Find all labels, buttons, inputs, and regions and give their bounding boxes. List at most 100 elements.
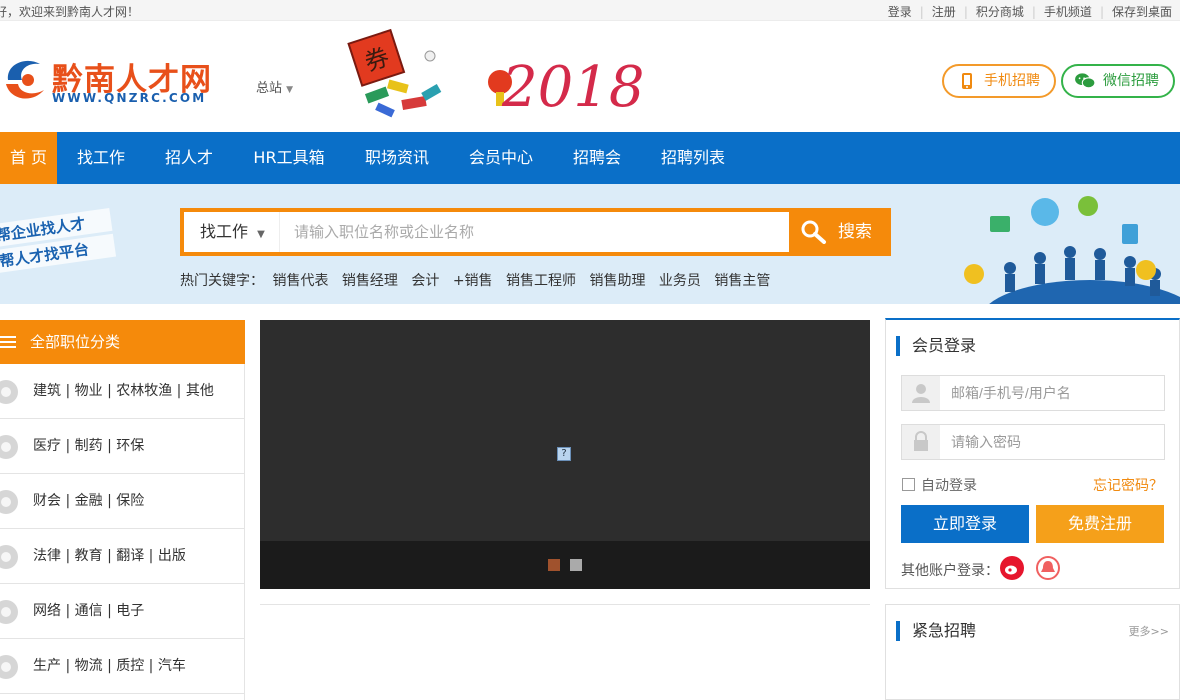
member-login-panel: 会员登录 自动登录 忘记密码？ 立即登录 免费注册 其他账户登录： (885, 318, 1180, 589)
hot-keyword[interactable]: +销售 (453, 273, 493, 289)
finance-icon (0, 490, 18, 514)
nav-find-talent[interactable]: 招人才 (145, 132, 233, 184)
slider-controls (260, 541, 870, 589)
category-item-law-education[interactable]: 法律 | 教育 | 翻译 | 出版 (0, 529, 245, 584)
user-icon (902, 376, 940, 410)
search-box: 找工作 ▼ (180, 208, 791, 256)
nav-find-job[interactable]: 找工作 (57, 132, 145, 184)
other-login-label: 其他账户登录： (901, 563, 999, 579)
site-logo[interactable]: 黔南人才网 WWW.QNZRC.COM (0, 50, 250, 106)
urgent-title: 紧急招聘 (896, 621, 976, 641)
wechat-recruit-button[interactable]: 微信招聘 (1061, 64, 1175, 98)
nav-job-fair[interactable]: 招聘会 (553, 132, 641, 184)
top-bar: 好，欢迎来到黔南人才网！ 登录 | 注册 | 积分商城 | 手机频道 | 保存到桌面 (0, 0, 1180, 21)
mobile-recruit-button[interactable]: 手机招聘 (942, 64, 1056, 98)
search-type-label: 找工作 (200, 222, 249, 241)
nav-hr-toolbox[interactable]: HR工具箱 (233, 132, 345, 184)
search-button-label: 搜索 (838, 222, 872, 242)
auto-login-label: 自动登录 (921, 478, 977, 494)
password-field (901, 424, 1165, 460)
login-title: 会员登录 (896, 336, 976, 356)
top-link-mobile-channel[interactable]: 手机频道 (1036, 5, 1100, 19)
category-item-finance[interactable]: 财会 | 金融 | 保险 (0, 474, 245, 529)
category-item-production[interactable]: 生产 | 物流 | 质控 | 汽车 (0, 639, 245, 694)
broken-image-icon: ? (557, 447, 571, 461)
top-link-register[interactable]: 注册 (924, 5, 964, 19)
category-item-label: 法律 | 教育 | 翻译 | 出版 (33, 548, 186, 564)
banner-year-text: 2018 (501, 55, 645, 120)
password-input[interactable] (940, 425, 1164, 459)
category-item-medical[interactable]: 医疗 | 制药 | 环保 (0, 419, 245, 474)
register-button[interactable]: 免费注册 (1036, 505, 1164, 543)
welcome-text: 好，欢迎来到黔南人才网！ (0, 5, 140, 19)
network-people-illustration (964, 196, 1180, 304)
medical-icon (0, 435, 18, 459)
category-item-network[interactable]: 网络 | 通信 | 电子 (0, 584, 245, 639)
header: 黔南人才网 WWW.QNZRC.COM 总站 ▼ 券 2018 手机招聘 微信招… (0, 22, 1180, 132)
hot-keyword[interactable]: 销售代表 (272, 273, 328, 289)
search-type-dropdown[interactable]: 找工作 ▼ (184, 212, 280, 252)
search-band: 帮企业找人才 帮人才找平台 找工作 ▼ 搜索 热门关键字： 销售代表 销售经理 … (0, 184, 1180, 304)
hot-keyword[interactable]: 销售主管 (714, 273, 770, 289)
main-nav: 首 页 找工作 招人才 HR工具箱 职场资讯 会员中心 招聘会 招聘列表 (0, 132, 1180, 184)
search-icon (801, 220, 826, 244)
network-icon (0, 600, 18, 624)
menu-icon (0, 336, 16, 348)
login-button[interactable]: 立即登录 (901, 505, 1029, 543)
search-button[interactable]: 搜索 (791, 208, 891, 256)
mobile-recruit-label: 手机招聘 (984, 73, 1040, 89)
top-link-save-desktop[interactable]: 保存到桌面 (1104, 5, 1180, 19)
hot-keyword[interactable]: 销售助理 (589, 273, 645, 289)
new-year-banner: 券 2018 (347, 28, 645, 120)
category-item-label: 财会 | 金融 | 保险 (33, 493, 145, 509)
banner-slider[interactable]: ? (260, 320, 870, 589)
forgot-password-link[interactable]: 忘记密码？ (1093, 475, 1163, 495)
category-item-label: 网络 | 通信 | 电子 (33, 603, 145, 619)
nav-home[interactable]: 首 页 (0, 132, 57, 184)
tools-icon (0, 655, 18, 679)
site-switch-label: 总站 (256, 81, 283, 96)
mobile-phone-icon (962, 73, 972, 89)
slogan: 帮企业找人才 帮人才找平台 (0, 207, 118, 284)
category-header[interactable]: 全部职位分类 (0, 320, 245, 364)
nav-job-list[interactable]: 招聘列表 (641, 132, 745, 184)
hot-keyword[interactable]: 销售经理 (342, 273, 398, 289)
slider-dot-2[interactable] (570, 559, 582, 571)
top-link-points-mall[interactable]: 积分商城 (968, 5, 1032, 19)
weibo-login-icon[interactable] (1000, 556, 1024, 580)
top-link-login[interactable]: 登录 (880, 5, 920, 19)
urgent-recruit-panel: 紧急招聘 更多>> (885, 604, 1180, 700)
logo-swirl-icon (6, 60, 44, 99)
slider-dot-1[interactable] (548, 559, 560, 571)
more-link[interactable]: 更多>> (1129, 623, 1169, 639)
divider (260, 604, 870, 605)
top-links: 登录 | 注册 | 积分商城 | 手机频道 | 保存到桌面 (880, 3, 1180, 20)
hot-keyword[interactable]: 销售工程师 (506, 273, 576, 289)
username-field (901, 375, 1165, 411)
site-switch-dropdown[interactable]: 总站 ▼ (256, 77, 293, 96)
category-title: 全部职位分类 (30, 333, 121, 351)
nav-career-news[interactable]: 职场资讯 (345, 132, 449, 184)
hot-keywords: 热门关键字： 销售代表 销售经理 会计 +销售 销售工程师 销售助理 业务员 销… (180, 270, 779, 290)
hot-keyword[interactable]: 会计 (411, 273, 439, 289)
caret-down-icon: ▼ (257, 229, 265, 240)
construction-icon (0, 380, 18, 404)
category-item-label: 生产 | 物流 | 质控 | 汽车 (33, 658, 186, 674)
search-input[interactable] (284, 212, 789, 252)
checkbox-icon (902, 478, 915, 491)
auto-login-checkbox[interactable]: 自动登录 (902, 475, 977, 495)
wechat-icon (1075, 73, 1096, 89)
hot-label: 热门关键字： (180, 273, 264, 289)
qq-login-icon[interactable] (1036, 556, 1060, 580)
wechat-recruit-label: 微信招聘 (1103, 73, 1159, 89)
lock-icon (902, 425, 940, 459)
category-item-label: 建筑 | 物业 | 农林牧渔 | 其他 (33, 383, 214, 399)
chevron-down-icon: ▼ (286, 85, 294, 95)
hot-keyword[interactable]: 业务员 (659, 273, 701, 289)
username-input[interactable] (940, 376, 1164, 410)
nav-member-center[interactable]: 会员中心 (449, 132, 553, 184)
category-item-label: 医疗 | 制药 | 环保 (33, 438, 145, 454)
logo-url: WWW.QNZRC.COM (52, 91, 207, 105)
category-item-construction[interactable]: 建筑 | 物业 | 农林牧渔 | 其他 (0, 364, 245, 419)
education-icon (0, 545, 18, 569)
